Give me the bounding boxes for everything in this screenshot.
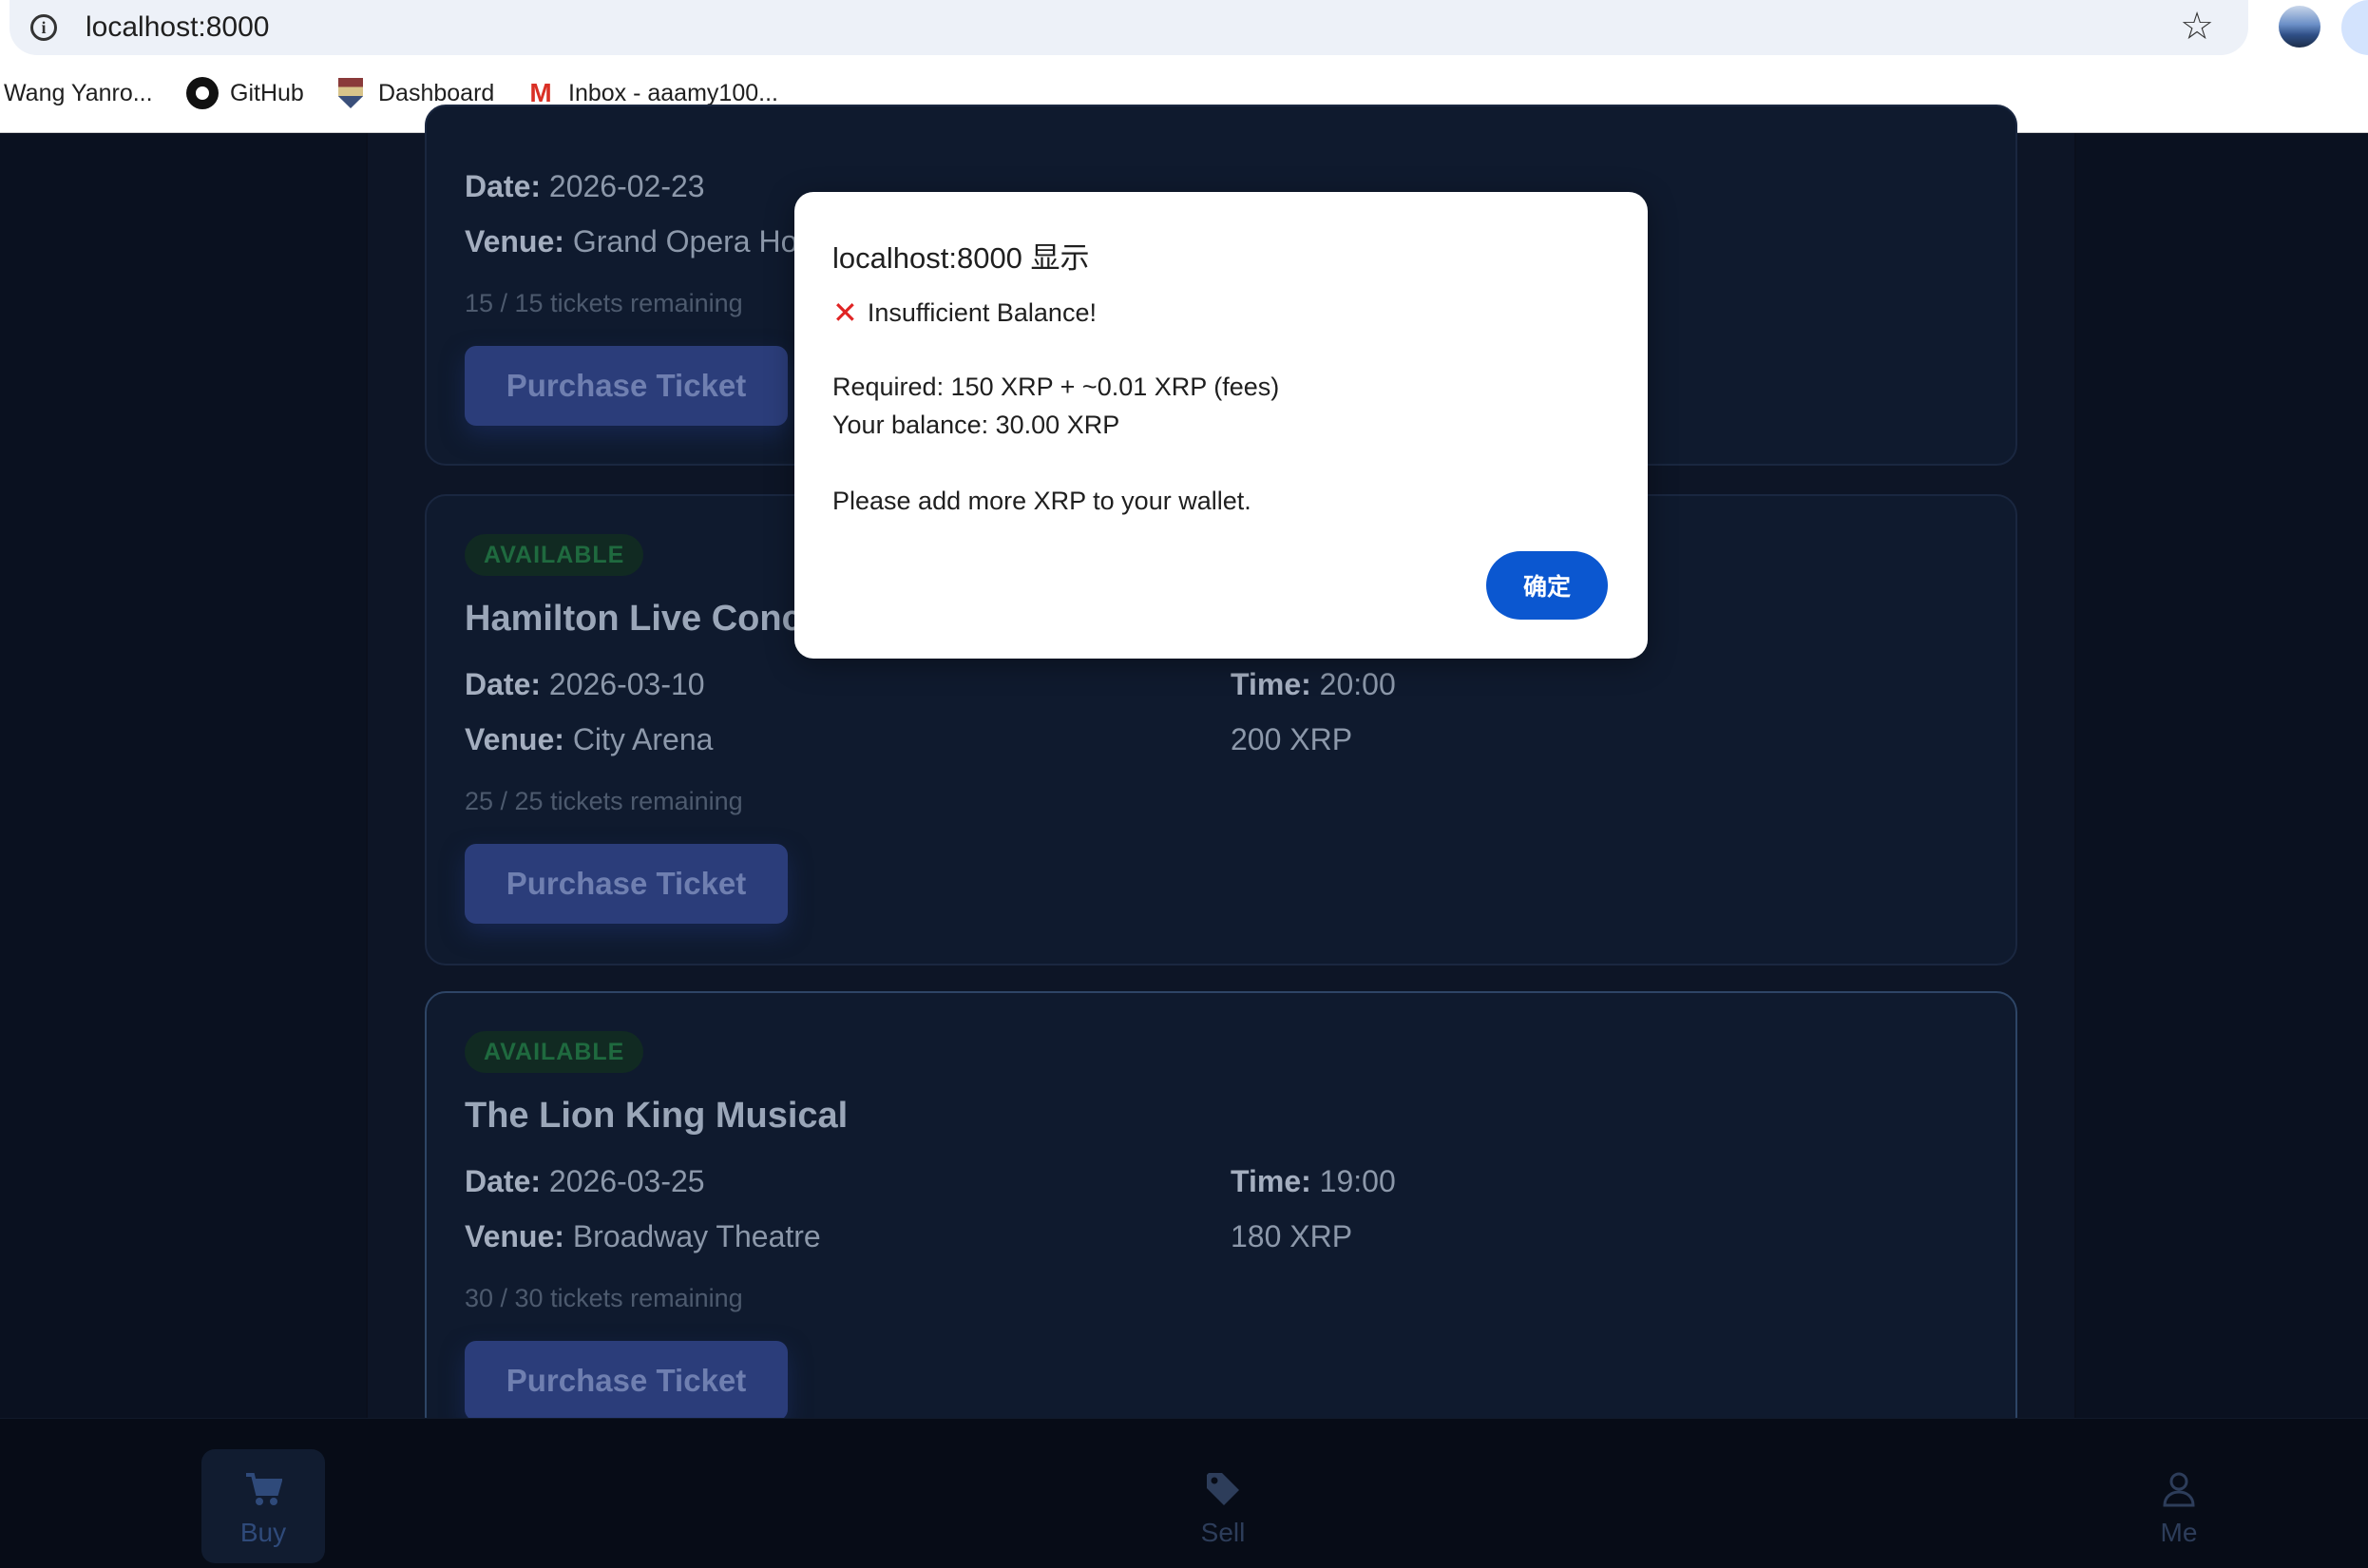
dialog-required: Required: 150 XRP + ~0.01 XRP (fees) (832, 373, 1280, 401)
crest-icon (338, 78, 363, 108)
dialog-heading: ✕ Insufficient Balance! (832, 296, 1097, 330)
site-info-icon[interactable]: i (30, 14, 57, 41)
confirm-button[interactable]: 确定 (1486, 551, 1608, 620)
bookmark-label: Wang Yanro... (4, 79, 153, 106)
error-cross-icon: ✕ (832, 296, 858, 330)
dialog-balance: Your balance: 30.00 XRP (832, 411, 1120, 439)
profile-avatar[interactable] (2279, 6, 2320, 48)
bookmark-label: Dashboard (378, 79, 495, 106)
dialog-overlay: localhost:8000 显示 ✕ Insufficient Balance!… (0, 133, 2368, 1568)
bookmark-label: GitHub (230, 79, 304, 106)
github-icon (186, 77, 219, 109)
dialog-title: localhost:8000 显示 (832, 241, 1090, 275)
dialog-advice: Please add more XRP to your wallet. (832, 487, 1251, 515)
bookmark-github[interactable]: GitHub (186, 74, 304, 112)
url-text[interactable]: localhost:8000 (86, 11, 269, 44)
bookmark-label: Inbox - aaamy100... (568, 79, 778, 106)
address-bar[interactable]: i localhost:8000 ☆ (10, 0, 2248, 55)
browser-toolbar: i localhost:8000 ☆ (0, 0, 2368, 55)
side-panel-button[interactable] (2341, 0, 2368, 55)
alert-dialog: localhost:8000 显示 ✕ Insufficient Balance!… (794, 192, 1648, 659)
bookmark-star-icon[interactable]: ☆ (2180, 6, 2214, 48)
bookmark-wang[interactable]: Wang Yanro... (4, 74, 153, 112)
